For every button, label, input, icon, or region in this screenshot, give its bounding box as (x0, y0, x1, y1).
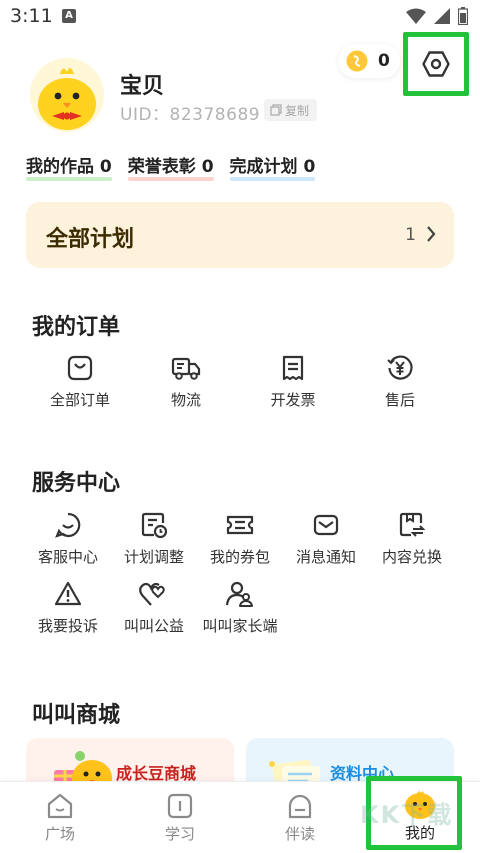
stat-underline (26, 177, 112, 181)
chat-bubble-icon (55, 512, 81, 538)
service-charity[interactable]: 叫叫公益 (109, 580, 199, 636)
tab-label: 广场 (44, 825, 75, 843)
grid-label: 客服中心 (37, 548, 98, 566)
tab-companion[interactable]: 伴读 (240, 782, 360, 853)
tab-study[interactable]: 学习 (120, 782, 240, 853)
stat-label: 荣誉表彰 (127, 157, 196, 177)
grid-label: 我要投诉 (37, 617, 98, 635)
stats-row: 我的作品 0 荣誉表彰 0 完成计划 0 (26, 152, 316, 181)
coin-count: 0 (378, 51, 390, 71)
grid-label: 叫叫家长端 (202, 617, 278, 635)
stat-works[interactable]: 我的作品 0 (26, 152, 112, 181)
service-coupons[interactable]: 我的券包 (195, 511, 285, 567)
hearts-icon (139, 582, 165, 606)
orders-title: 我的订单 (32, 315, 121, 340)
service-messages[interactable]: 消息通知 (281, 511, 371, 567)
status-icons (406, 7, 468, 25)
copy-icon (270, 104, 282, 116)
stat-honors[interactable]: 荣誉表彰 0 (127, 152, 214, 181)
grid-label: 内容兑换 (381, 548, 442, 566)
service-parents[interactable]: 叫叫家长端 (195, 580, 285, 636)
signal-icon (434, 8, 450, 24)
house-icon (47, 793, 73, 819)
warning-icon (54, 581, 82, 606)
parents-icon (225, 581, 253, 607)
status-bar: 3:11 A (0, 0, 480, 32)
service-plan-adjust[interactable]: 计划调整 (109, 511, 199, 567)
grid-label: 全部订单 (49, 391, 110, 409)
stat-value: 0 (201, 157, 214, 177)
battery-icon (458, 7, 468, 25)
exchange-icon (399, 512, 426, 537)
stat-underline (229, 177, 316, 181)
grid-label: 消息通知 (295, 548, 356, 566)
service-customer[interactable]: 客服中心 (23, 511, 113, 567)
grid-label: 计划调整 (123, 548, 184, 566)
order-all[interactable]: 全部订单 (35, 354, 125, 410)
stat-underline (127, 177, 214, 181)
mall-title: 叫叫商城 (32, 703, 121, 728)
truck-icon (171, 357, 201, 380)
order-logistics[interactable]: 物流 (141, 354, 231, 410)
book-icon (167, 793, 193, 819)
status-time: 3:11 (10, 5, 53, 27)
avatar[interactable] (30, 58, 104, 132)
order-after-sales[interactable]: 售后 (355, 354, 445, 410)
grid-label: 物流 (170, 391, 201, 409)
all-plans-card[interactable]: 全部计划 1 (26, 202, 454, 268)
service-redeem[interactable]: 内容兑换 (367, 511, 457, 567)
nickname: 宝贝 (120, 74, 165, 99)
envelope-icon (313, 514, 339, 536)
yuan-refund-icon (387, 355, 413, 380)
stat-value: 0 (99, 157, 112, 177)
order-invoice[interactable]: 开发票 (248, 354, 338, 410)
tab-square[interactable]: 广场 (0, 782, 120, 853)
chevron-right-icon (427, 226, 436, 242)
stat-label: 我的作品 (26, 157, 94, 177)
services-title: 服务中心 (32, 471, 121, 496)
companion-icon (288, 794, 312, 819)
coin-balance[interactable]: 0 (338, 44, 400, 78)
plans-title: 全部计划 (46, 227, 135, 252)
plans-count: 1 (405, 225, 416, 245)
tab-label: 学习 (164, 825, 195, 843)
shopping-bag-icon (67, 355, 93, 381)
grid-label: 我的券包 (209, 548, 270, 566)
copy-label: 复制 (285, 103, 310, 118)
service-complaint[interactable]: 我要投诉 (23, 580, 113, 636)
grid-label: 开发票 (270, 391, 316, 409)
ticket-icon (226, 515, 254, 535)
receipt-icon (282, 355, 304, 381)
tab-label: 伴读 (284, 825, 315, 843)
stat-value: 0 (303, 157, 316, 177)
uid-text: UID：82378689 (120, 105, 261, 125)
stat-label: 完成计划 (229, 157, 298, 177)
copy-uid-button[interactable]: 复制 (264, 99, 318, 121)
wifi-icon (406, 8, 426, 24)
schedule-icon (141, 512, 168, 539)
watermark: KK下载 (360, 801, 454, 829)
settings-button[interactable] (403, 32, 469, 96)
grid-label: 叫叫公益 (123, 617, 184, 635)
settings-hexagon-icon (422, 51, 450, 77)
stat-completed-plans[interactable]: 完成计划 0 (229, 152, 316, 181)
a-icon: A (62, 9, 76, 23)
coin-icon (346, 50, 368, 72)
grid-label: 售后 (384, 391, 415, 409)
